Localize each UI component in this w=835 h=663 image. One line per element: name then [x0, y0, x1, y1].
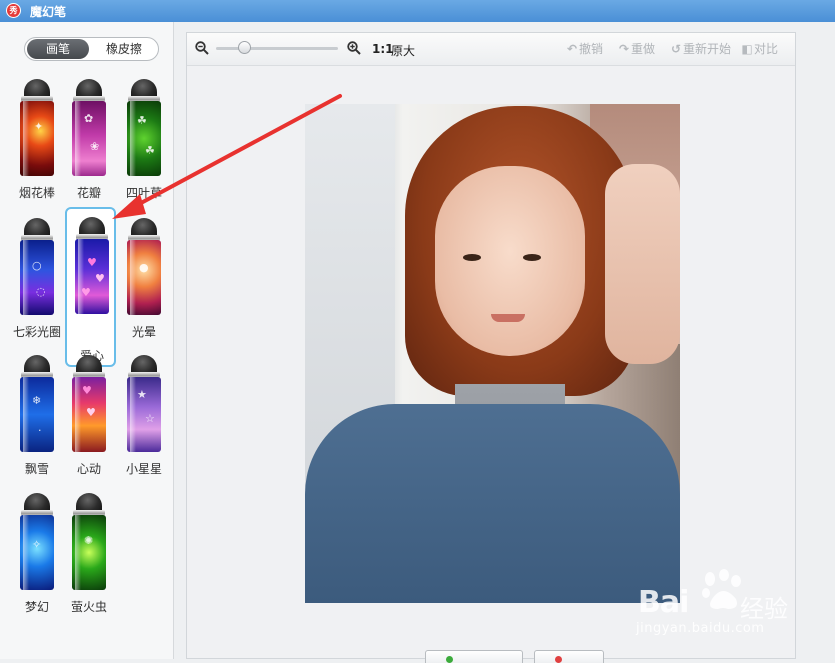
restart-button[interactable]: ↺ 重新开始: [669, 41, 731, 57]
brush-label: 七彩光圈: [12, 325, 61, 339]
apply-button[interactable]: [425, 650, 523, 663]
petals-pen-icon: ✿ ❀: [72, 79, 106, 176]
redo-icon: ↷: [618, 42, 630, 56]
restart-icon: ↺: [670, 42, 682, 56]
snow-pen-icon: ❄ ·: [20, 355, 54, 452]
cancel-button[interactable]: [534, 650, 604, 663]
brush-panel: 画笔 橡皮擦 ✦ 烟花棒 ✿ ❀ 花瓣 ☘ ☘ 四叶草 ○ ◌ 七彩光圈 ♥ ♥…: [0, 22, 174, 659]
undo-icon: ↶: [566, 42, 578, 56]
redo-button[interactable]: ↷ 重做: [617, 41, 655, 57]
dream-pen-icon: ✧: [20, 493, 54, 590]
fireworks-pen-icon: ✦: [20, 79, 54, 176]
heartbeat-pen-icon: ♥ ♥: [72, 355, 106, 452]
halo-pen-icon: ●: [127, 218, 161, 315]
compare-icon: ◧: [741, 42, 753, 56]
undo-button[interactable]: ↶ 撤销: [565, 41, 603, 57]
brush-label: 小星星: [125, 462, 162, 476]
firefly-pen-icon: ✺: [72, 493, 106, 590]
brush-stars[interactable]: ★ ☆ 小星星: [117, 353, 171, 479]
title-bar: 秀 魔幻笔: [0, 0, 835, 22]
brush-firefly[interactable]: ✺ 萤火虫: [62, 491, 116, 617]
window-title: 魔幻笔: [30, 5, 67, 19]
original-size-label[interactable]: 原大: [391, 42, 415, 59]
brush-label: 萤火虫: [70, 600, 107, 614]
brush-clover[interactable]: ☘ ☘ 四叶草: [117, 77, 171, 203]
brush-rainbow-halo[interactable]: ○ ◌ 七彩光圈: [10, 216, 64, 342]
brush-label: 四叶草: [125, 186, 162, 200]
brush-mode-button[interactable]: 画笔: [27, 39, 89, 59]
zoom-slider-knob[interactable]: [237, 41, 251, 54]
mode-switch: 画笔 橡皮擦: [24, 37, 159, 61]
brush-halo[interactable]: ● 光晕: [117, 216, 171, 342]
zoom-out-icon[interactable]: [195, 41, 209, 55]
love-pen-icon: ♥ ♥ ♥: [75, 217, 109, 314]
toolbar: 1:1 原大 ↶ 撤销 ↷ 重做 ↺ 重新开始 ◧对比: [187, 33, 795, 66]
zoom-in-icon[interactable]: [347, 41, 361, 55]
app-logo-icon: 秀: [6, 3, 21, 18]
edited-photo[interactable]: [305, 104, 680, 603]
stars-pen-icon: ★ ☆: [127, 355, 161, 452]
eraser-mode-button[interactable]: 橡皮擦: [91, 38, 157, 60]
zoom-slider[interactable]: [216, 41, 338, 54]
brush-love[interactable]: ♥♥♥ 爱心: [65, 207, 116, 367]
rainbow-halo-pen-icon: ○ ◌: [20, 218, 54, 315]
brush-label: 光晕: [131, 325, 156, 339]
clover-pen-icon: ☘ ☘: [127, 79, 161, 176]
compare-button[interactable]: ◧对比: [740, 41, 778, 57]
